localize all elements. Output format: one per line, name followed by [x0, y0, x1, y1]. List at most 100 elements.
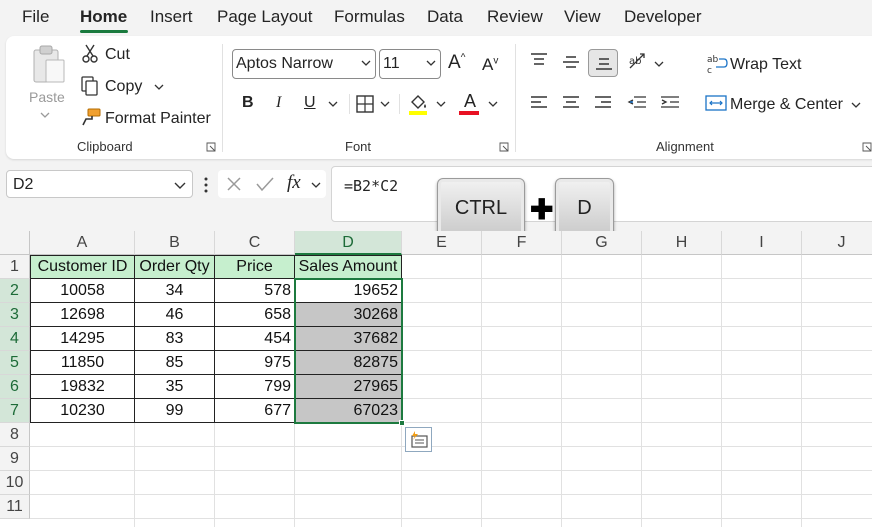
decrease-indent-icon[interactable] — [626, 94, 648, 112]
selected-cell[interactable]: 27965 — [295, 375, 401, 398]
spreadsheet-grid[interactable]: A B C D E F G H I J 1 2 3 4 5 6 7 8 9 10… — [0, 231, 872, 527]
data-cell[interactable]: 658 — [215, 303, 294, 327]
copy-button[interactable]: Copy — [105, 78, 142, 96]
italic-button[interactable]: I — [276, 94, 281, 112]
column-header-a[interactable]: A — [30, 231, 135, 255]
borders-icon[interactable] — [355, 94, 375, 114]
menu-insert[interactable]: Insert — [150, 7, 193, 27]
align-left-icon[interactable] — [529, 94, 549, 112]
column-header-j[interactable]: J — [802, 231, 872, 255]
chevron-down-icon[interactable] — [311, 182, 321, 188]
menu-formulas[interactable]: Formulas — [334, 7, 405, 27]
row-header-10[interactable]: 10 — [0, 471, 30, 495]
selected-cell[interactable]: 37682 — [295, 327, 401, 350]
paste-label[interactable]: Paste — [29, 89, 65, 105]
active-cell[interactable]: 19652 — [295, 279, 401, 303]
orientation-icon[interactable]: ab — [626, 50, 650, 72]
merge-center-icon[interactable] — [705, 94, 727, 112]
column-header-g[interactable]: G — [562, 231, 642, 255]
header-cell[interactable]: Price — [215, 256, 294, 278]
format-painter-icon[interactable] — [80, 107, 102, 127]
merge-chevron-icon[interactable] — [851, 102, 861, 108]
menu-data[interactable]: Data — [427, 7, 463, 27]
row-header-2[interactable]: 2 — [0, 279, 30, 303]
row-header-1[interactable]: 1 — [0, 255, 30, 279]
cut-icon[interactable] — [81, 44, 99, 64]
enter-icon[interactable] — [255, 176, 275, 192]
paste-chevron-icon[interactable] — [40, 112, 50, 118]
data-cell[interactable]: 10058 — [31, 279, 134, 303]
decrease-font-size-icon[interactable]: Av — [482, 55, 498, 75]
font-launcher-icon[interactable] — [499, 142, 509, 152]
clipboard-launcher-icon[interactable] — [206, 142, 216, 152]
menu-file[interactable]: File — [22, 7, 49, 27]
selected-cell[interactable]: 30268 — [295, 303, 401, 326]
font-size-dropdown[interactable]: 11 — [379, 49, 441, 79]
borders-chevron-icon[interactable] — [380, 101, 390, 107]
wrap-text-icon[interactable]: ab c — [706, 53, 728, 75]
cut-button[interactable]: Cut — [105, 46, 130, 64]
font-color-icon[interactable]: A — [464, 91, 476, 112]
font-color-chevron-icon[interactable] — [488, 101, 498, 107]
insert-function-icon[interactable]: fx — [287, 172, 301, 194]
fill-color-icon[interactable] — [406, 92, 430, 116]
data-cell[interactable]: 10230 — [31, 399, 134, 423]
alignment-launcher-icon[interactable] — [862, 142, 872, 152]
align-center-icon[interactable] — [561, 94, 581, 112]
row-header-6[interactable]: 6 — [0, 375, 30, 399]
merge-center-button[interactable]: Merge & Center — [730, 96, 843, 114]
column-header-i[interactable]: I — [722, 231, 802, 255]
row-header-3[interactable]: 3 — [0, 303, 30, 327]
selected-cell[interactable]: 82875 — [295, 351, 401, 374]
data-cell[interactable]: 799 — [215, 375, 294, 399]
top-align-icon[interactable] — [529, 52, 549, 68]
increase-font-size-icon[interactable]: A^ — [448, 52, 465, 74]
column-header-c[interactable]: C — [215, 231, 295, 255]
select-all-corner[interactable] — [0, 231, 30, 255]
data-cell[interactable]: 454 — [215, 327, 294, 351]
data-cell[interactable]: 35 — [135, 375, 214, 399]
bottom-align-button[interactable] — [588, 49, 618, 77]
copy-chevron-icon[interactable] — [154, 84, 164, 90]
menu-view[interactable]: View — [564, 7, 601, 27]
header-cell[interactable]: Sales Amount — [295, 256, 401, 278]
row-header-7[interactable]: 7 — [0, 399, 30, 423]
data-cell[interactable]: 19832 — [31, 375, 134, 399]
data-cell[interactable]: 46 — [135, 303, 214, 327]
header-cell[interactable]: Customer ID — [31, 256, 134, 278]
font-name-dropdown[interactable]: Aptos Narrow — [232, 49, 376, 79]
data-cell[interactable]: 12698 — [31, 303, 134, 327]
data-cell[interactable]: 677 — [215, 399, 294, 423]
fill-handle[interactable] — [399, 420, 405, 426]
name-box[interactable]: D2 — [6, 170, 193, 198]
row-header-8[interactable]: 8 — [0, 423, 30, 447]
data-cell[interactable]: 578 — [215, 279, 294, 303]
underline-button[interactable]: U — [304, 94, 316, 112]
data-cell[interactable]: 34 — [135, 279, 214, 303]
copy-icon[interactable] — [80, 76, 100, 96]
row-header-9[interactable]: 9 — [0, 447, 30, 471]
paste-icon[interactable] — [30, 44, 68, 86]
row-header-5[interactable]: 5 — [0, 351, 30, 375]
middle-align-icon[interactable] — [561, 54, 581, 70]
data-cell[interactable]: 11850 — [31, 351, 134, 375]
menu-page-layout[interactable]: Page Layout — [217, 7, 312, 27]
row-header-11[interactable]: 11 — [0, 495, 30, 519]
underline-chevron-icon[interactable] — [328, 101, 338, 107]
row-header-4[interactable]: 4 — [0, 327, 30, 351]
cancel-icon[interactable] — [226, 176, 242, 192]
align-right-icon[interactable] — [593, 94, 613, 112]
data-cell[interactable]: 14295 — [31, 327, 134, 351]
data-cell[interactable]: 99 — [135, 399, 214, 423]
column-header-f[interactable]: F — [482, 231, 562, 255]
wrap-text-button[interactable]: Wrap Text — [730, 56, 801, 74]
data-cell[interactable]: 85 — [135, 351, 214, 375]
menu-developer[interactable]: Developer — [624, 7, 702, 27]
menu-home[interactable]: Home — [80, 7, 127, 27]
bold-button[interactable]: B — [242, 94, 254, 112]
data-cell[interactable]: 83 — [135, 327, 214, 351]
orientation-chevron-icon[interactable] — [654, 61, 664, 67]
column-header-b[interactable]: B — [135, 231, 215, 255]
menu-review[interactable]: Review — [487, 7, 543, 27]
column-header-e[interactable]: E — [402, 231, 482, 255]
